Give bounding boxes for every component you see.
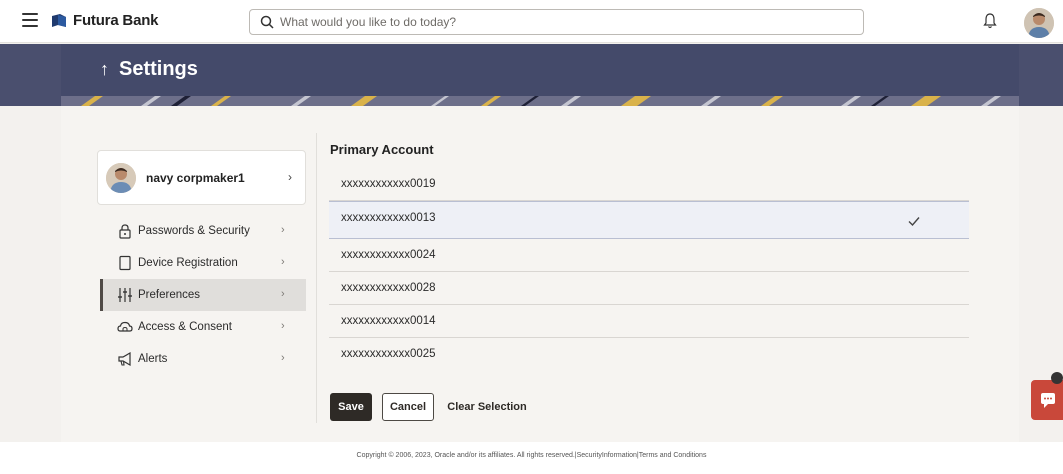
cloud-access-icon (117, 321, 133, 332)
brand-name[interactable]: Futura Bank (73, 12, 159, 29)
nav-item-label: Access & Consent (138, 321, 232, 333)
nav-item-alerts[interactable]: Alerts › (100, 343, 306, 375)
hamburger-menu-icon[interactable] (22, 13, 38, 27)
footer-copyright: Copyright © 2006, 2023, Oracle and/or it… (356, 452, 707, 459)
lock-icon (119, 224, 131, 239)
account-option[interactable]: xxxxxxxxxxxx0019 (329, 168, 969, 201)
chat-widget-button[interactable] (1031, 380, 1063, 420)
sliders-icon (118, 288, 132, 302)
account-number: xxxxxxxxxxxx0019 (341, 178, 436, 190)
profile-card[interactable]: navy corpmaker1 › (97, 150, 306, 205)
megaphone-icon (118, 351, 131, 367)
back-arrow-icon[interactable]: ↑ (100, 59, 109, 80)
account-option[interactable]: xxxxxxxxxxxx0024 (329, 239, 969, 272)
user-avatar-image (1024, 8, 1054, 38)
user-avatar[interactable] (1024, 8, 1054, 38)
top-bar: Futura Bank (0, 0, 1063, 43)
panel-divider (316, 133, 317, 423)
profile-name: navy corpmaker1 (146, 171, 245, 185)
chevron-right-icon: › (281, 352, 285, 364)
cancel-button[interactable]: Cancel (382, 393, 434, 421)
account-option[interactable]: xxxxxxxxxxxx0025 (329, 338, 969, 371)
account-option-selected[interactable]: xxxxxxxxxxxx0013 (329, 201, 969, 239)
chevron-right-icon: › (281, 320, 285, 332)
nav-item-device-registration[interactable]: Device Registration › (100, 247, 306, 279)
account-number: xxxxxxxxxxxx0024 (341, 249, 436, 261)
profile-avatar-image (106, 163, 136, 193)
clear-selection-button[interactable]: Clear Selection (447, 393, 527, 421)
chevron-right-icon: › (281, 256, 285, 268)
save-button[interactable]: Save (330, 393, 372, 421)
footer: Copyright © 2006, 2023, Oracle and/or it… (0, 442, 1063, 474)
nav-item-access-consent[interactable]: Access & Consent › (100, 311, 306, 343)
checkmark-icon (908, 217, 920, 227)
account-option[interactable]: xxxxxxxxxxxx0028 (329, 272, 969, 305)
chat-icon (1041, 393, 1055, 408)
bank-logo-icon (52, 14, 66, 27)
banner-pattern (61, 96, 1019, 106)
nav-item-label: Alerts (138, 353, 168, 365)
nav-item-label: Passwords & Security (138, 225, 250, 237)
account-option[interactable]: xxxxxxxxxxxx0014 (329, 305, 969, 338)
account-number: xxxxxxxxxxxx0013 (341, 212, 436, 224)
chevron-right-icon: › (288, 170, 292, 184)
primary-account-title: Primary Account (330, 142, 434, 157)
nav-item-preferences[interactable]: Preferences › (100, 279, 306, 311)
chevron-right-icon: › (281, 224, 285, 236)
nav-item-label: Preferences (138, 289, 201, 301)
profile-avatar (106, 163, 136, 193)
notification-bell-icon[interactable] (983, 13, 997, 29)
search-input[interactable] (280, 12, 850, 32)
account-number: xxxxxxxxxxxx0028 (341, 282, 436, 294)
nav-item-label: Device Registration (138, 257, 238, 269)
search-icon (260, 15, 274, 29)
nav-item-passwords-security[interactable]: Passwords & Security › (100, 215, 306, 247)
account-number: xxxxxxxxxxxx0014 (341, 315, 436, 327)
account-number: xxxxxxxxxxxx0025 (341, 348, 436, 360)
page-title-text: Settings (119, 58, 198, 80)
device-icon (119, 255, 131, 271)
search-bar[interactable] (249, 9, 864, 35)
chevron-right-icon: › (281, 288, 285, 300)
page-title: ↑ Settings (100, 58, 198, 81)
chat-notification-badge (1051, 372, 1063, 384)
